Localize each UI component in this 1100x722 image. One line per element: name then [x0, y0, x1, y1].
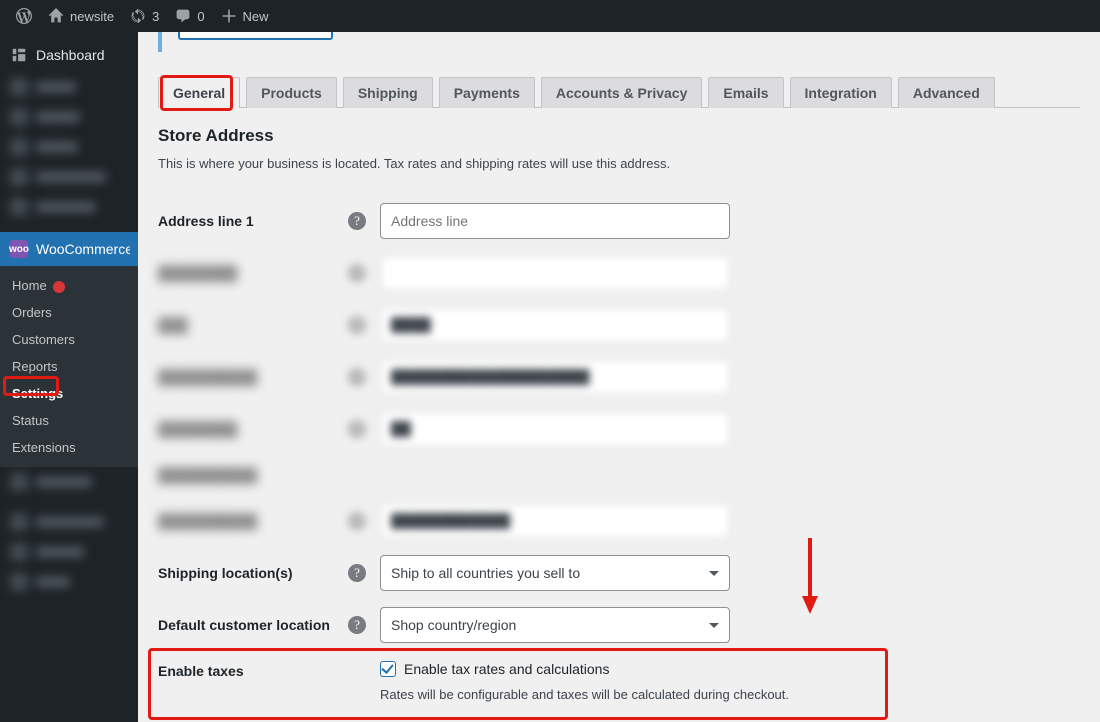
- woo-badge-icon: woo: [10, 240, 28, 258]
- blur-label: ██████████: [158, 467, 348, 483]
- sidebar-sub-extensions[interactable]: Extensions: [0, 434, 138, 461]
- dashboard-label: Dashboard: [36, 47, 105, 63]
- comments-link[interactable]: 0: [167, 0, 212, 32]
- main-content: General Products Shipping Payments Accou…: [138, 32, 1100, 722]
- woo-label: WooCommerce: [36, 241, 133, 257]
- help-icon-blur: ?: [348, 368, 366, 386]
- row-blur-2: ███ ?: [158, 299, 1080, 351]
- blur-input: [380, 359, 730, 395]
- enable-taxes-checkbox-row[interactable]: Enable tax rates and calculations: [380, 661, 900, 677]
- updates-count: 3: [152, 9, 159, 24]
- blur-input: [380, 411, 730, 447]
- sidebar-sub-settings[interactable]: Settings: [0, 380, 138, 407]
- default-customer-location-label: Default customer location: [158, 617, 348, 633]
- sidebar-sub-orders[interactable]: Orders: [0, 299, 138, 326]
- blur-input: [380, 307, 730, 343]
- blur-input: [380, 255, 730, 291]
- enable-taxes-checkbox[interactable]: [380, 661, 396, 677]
- default-customer-location-value: Shop country/region: [391, 617, 516, 633]
- help-icon[interactable]: ?: [348, 616, 366, 634]
- sidebar-item-woocommerce[interactable]: woo WooCommerce: [0, 232, 138, 266]
- sidebar-blur-9: [0, 567, 138, 597]
- tab-products[interactable]: Products: [246, 77, 337, 108]
- sidebar-blur-6: [0, 467, 138, 497]
- dashboard-icon: [10, 46, 28, 64]
- tab-payments[interactable]: Payments: [439, 77, 535, 108]
- updates-icon: [130, 8, 146, 24]
- sidebar-blur-8: [0, 537, 138, 567]
- wp-logo[interactable]: [8, 0, 40, 32]
- help-icon[interactable]: ?: [348, 564, 366, 582]
- row-shipping-locations: Shipping location(s) ? Ship to all count…: [158, 547, 1080, 599]
- tab-emails[interactable]: Emails: [708, 77, 783, 108]
- help-icon-blur: ?: [348, 420, 366, 438]
- sidebar-blur-3: [0, 132, 138, 162]
- home-label-text: Home: [12, 278, 47, 293]
- blur-label: ████████: [158, 265, 348, 281]
- sidebar-sub-customers[interactable]: Customers: [0, 326, 138, 353]
- row-blur-5: ██████████: [158, 455, 1080, 495]
- blur-input: [380, 503, 730, 539]
- sidebar-sub-home[interactable]: Home: [0, 272, 138, 299]
- plus-icon: [221, 8, 237, 24]
- sidebar-item-dashboard[interactable]: Dashboard: [0, 38, 138, 72]
- comments-count: 0: [197, 9, 204, 24]
- woo-submenu: Home Orders Customers Reports Settings S…: [0, 266, 138, 467]
- notice-remnant: [158, 32, 1100, 52]
- annotation-arrow: [800, 538, 824, 621]
- new-link[interactable]: New: [213, 0, 277, 32]
- sidebar-sub-reports[interactable]: Reports: [0, 353, 138, 380]
- help-icon-blur: ?: [348, 512, 366, 530]
- row-blur-4: ████████ ?: [158, 403, 1080, 455]
- enable-taxes-helper: Rates will be configurable and taxes wil…: [380, 687, 900, 702]
- sidebar-blur-7: [0, 507, 138, 537]
- address1-input[interactable]: [380, 203, 730, 239]
- row-blur-6: ██████████ ?: [158, 495, 1080, 547]
- wordpress-icon: [16, 8, 32, 24]
- blur-label: ██████████: [158, 513, 348, 529]
- home-notification-dot: [53, 281, 65, 293]
- site-name-link[interactable]: newsite: [40, 0, 122, 32]
- blur-label: ████████: [158, 421, 348, 437]
- tab-advanced[interactable]: Advanced: [898, 77, 995, 108]
- settings-tabs: General Products Shipping Payments Accou…: [158, 76, 1080, 108]
- help-icon[interactable]: ?: [348, 212, 366, 230]
- row-enable-taxes: Enable taxes Enable tax rates and calcul…: [158, 651, 1080, 703]
- notice-button-remnant: [178, 32, 333, 40]
- default-customer-location-select[interactable]: Shop country/region: [380, 607, 730, 643]
- shipping-locations-value: Ship to all countries you sell to: [391, 565, 580, 581]
- row-default-customer-location: Default customer location ? Shop country…: [158, 599, 1080, 651]
- tab-shipping[interactable]: Shipping: [343, 77, 433, 108]
- shipping-locations-select[interactable]: Ship to all countries you sell to: [380, 555, 730, 591]
- tab-accounts-privacy[interactable]: Accounts & Privacy: [541, 77, 703, 108]
- home-icon: [48, 8, 64, 24]
- sidebar-sub-status[interactable]: Status: [0, 407, 138, 434]
- blur-label: ██████████: [158, 369, 348, 385]
- sidebar-blur-2: [0, 102, 138, 132]
- shipping-locations-label: Shipping location(s): [158, 565, 348, 581]
- tab-general[interactable]: General: [158, 77, 240, 108]
- tab-integration[interactable]: Integration: [790, 77, 892, 108]
- admin-sidebar: Dashboard woo WooCommerce Home Orders Cu…: [0, 32, 138, 722]
- row-blur-3: ██████████ ?: [158, 351, 1080, 403]
- row-address-line-1: Address line 1 ?: [158, 195, 1080, 247]
- help-icon-blur: ?: [348, 316, 366, 334]
- store-address-desc: This is where your business is located. …: [158, 156, 1080, 171]
- enable-taxes-checkbox-label: Enable tax rates and calculations: [404, 661, 609, 677]
- enable-taxes-label: Enable taxes: [158, 661, 348, 679]
- help-icon-blur: ?: [348, 264, 366, 282]
- sidebar-blur-5: [0, 192, 138, 222]
- comments-icon: [175, 8, 191, 24]
- updates-link[interactable]: 3: [122, 0, 167, 32]
- site-name-text: newsite: [70, 9, 114, 24]
- sidebar-blur-1: [0, 72, 138, 102]
- sidebar-blur-4: [0, 162, 138, 192]
- blur-label: ███: [158, 317, 348, 333]
- address1-label: Address line 1: [158, 213, 348, 229]
- new-label: New: [243, 9, 269, 24]
- store-address-heading: Store Address: [158, 126, 1080, 146]
- row-blur-1: ████████ ?: [158, 247, 1080, 299]
